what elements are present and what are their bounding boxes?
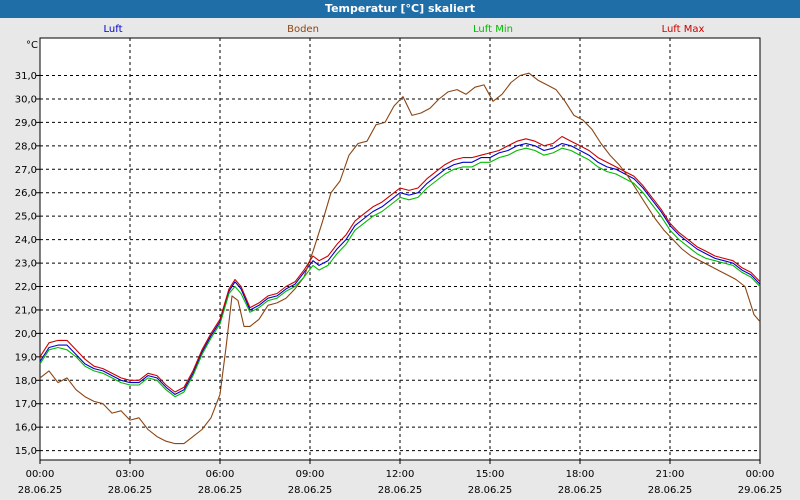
y-tick-label: 23,0 (15, 259, 37, 270)
x-tick-label-date: 28.06.25 (288, 485, 333, 496)
y-tick-label: 29,0 (15, 118, 37, 129)
x-tick-label-time: 00:00 (26, 469, 55, 480)
x-tick-label-date: 28.06.25 (648, 485, 693, 496)
x-tick-label-time: 18:00 (566, 469, 595, 480)
y-tick-label: 19,0 (15, 352, 37, 363)
x-tick-label-time: 15:00 (476, 469, 505, 480)
line-chart: 15,0 16,0 17,0 18,0 19,0 20,0 21,0 22,0 23,0 24,0… (15, 37, 783, 496)
y-tick-label: 25,0 (15, 212, 37, 223)
x-tick-label-time: 03:00 (116, 469, 145, 480)
y-tick-label: 15,0 (15, 446, 37, 457)
x-tick-label-date: 28.06.25 (378, 485, 423, 496)
x-tick-label-date: 28.06.25 (108, 485, 153, 496)
x-tick-label-time: 09:00 (296, 469, 325, 480)
y-tick-label: 16,0 (15, 423, 37, 434)
y-tick-label: 24,0 (15, 235, 37, 246)
x-tick-label-time: 21:00 (656, 469, 685, 480)
y-tick-label: 27,0 (15, 165, 37, 176)
y-tick-label: 22,0 (15, 282, 37, 293)
y-tick-label: 26,0 (15, 188, 37, 199)
y-tick-label: 18,0 (15, 376, 37, 387)
y-tick-label: 28,0 (15, 141, 37, 152)
y-tick-label: 30,0 (15, 94, 37, 105)
x-axis-ticks: 00:00 28.06.25 03:00 28.06.25 06:00 28.06.25 0… (18, 460, 783, 496)
y-tick-label: 17,0 (15, 399, 37, 410)
y-axis-ticks: 15,0 16,0 17,0 18,0 19,0 20,0 21,0 22,0 23,0 24,0… (15, 71, 40, 457)
y-tick-label: 21,0 (15, 305, 37, 316)
x-tick-label-time: 06:00 (206, 469, 235, 480)
x-tick-label-date: 28.06.25 (18, 485, 63, 496)
x-tick-label-date: 28.06.25 (558, 485, 603, 496)
y-tick-label: 20,0 (15, 329, 37, 340)
x-tick-label-date: 28.06.25 (198, 485, 243, 496)
y-tick-label: 31,0 (15, 71, 37, 82)
x-tick-label-time: 12:00 (386, 469, 415, 480)
y-axis-label: °C (26, 40, 38, 51)
x-tick-label-date: 29.06.25 (738, 485, 783, 496)
x-tick-label-time: 00:00 (746, 469, 775, 480)
x-tick-label-date: 28.06.25 (468, 485, 513, 496)
